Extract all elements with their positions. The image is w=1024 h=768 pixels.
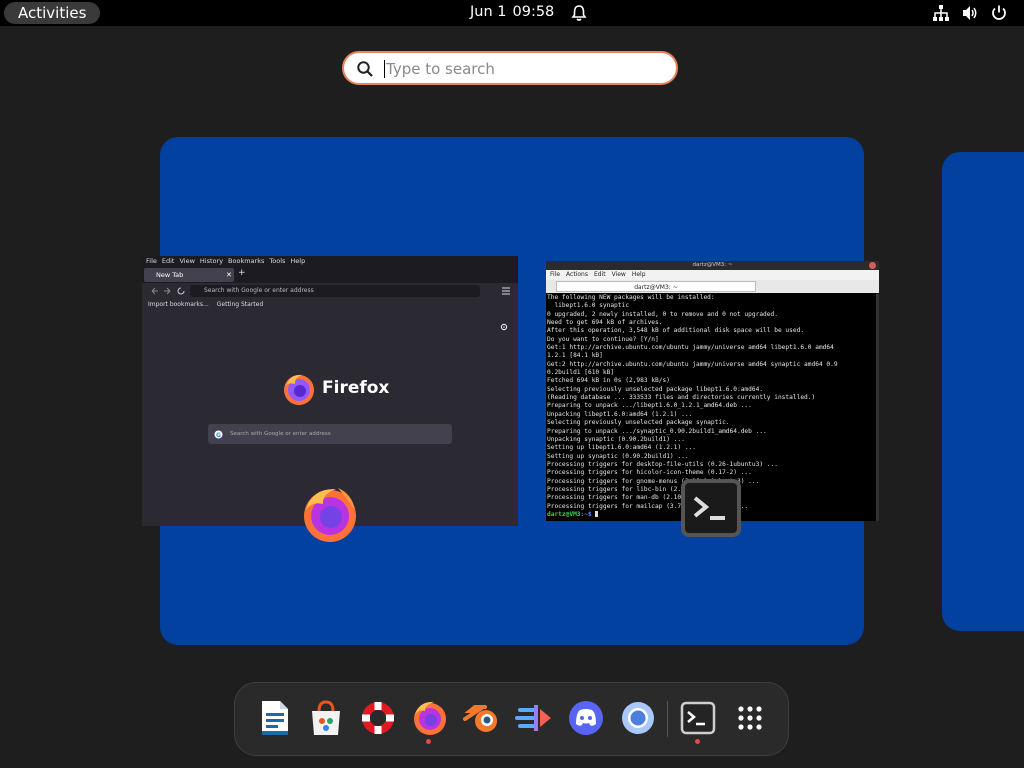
bookmark-getting-started: Getting Started — [216, 301, 264, 308]
clock-time: 09:58 — [512, 4, 555, 20]
firefox-urlbar: Search with Google or enter address — [190, 285, 480, 297]
menu-history: History — [199, 257, 224, 265]
firefox-logo-icon — [284, 374, 314, 405]
help-icon[interactable] — [357, 697, 399, 739]
menu-view: View — [179, 257, 195, 265]
terminal-line: Get:2 http://archive.ubuntu.com/ubuntu j… — [547, 360, 838, 368]
plus-icon: + — [238, 268, 246, 278]
terminal-line: Setting up synaptic (0.90.2build1) ... — [547, 452, 689, 460]
menu-edit: Edit — [161, 257, 175, 265]
search-input[interactable] — [384, 58, 668, 80]
terminal-line: (Reading database ... 333533 files and d… — [547, 394, 816, 402]
terminal-line: Fetched 694 kB in 0s (2,983 kB/s) — [547, 377, 670, 385]
firefox-navbar: Search with Google or enter address — [142, 283, 518, 299]
prompt-path: :~$ — [580, 510, 592, 518]
terminal-line: Selecting previously unselected package … — [547, 385, 764, 393]
dock — [234, 682, 789, 756]
menu-tools: Tools — [269, 257, 286, 265]
terminal-line: libept1.6.0 synaptic — [547, 302, 629, 310]
terminal-line: Processing triggers for hicolor-icon-the… — [547, 469, 752, 477]
close-icon — [869, 262, 876, 269]
nav-arrows-icon — [151, 287, 185, 295]
terminal-line: Unpacking synaptic (0.90.2build1) ... — [547, 435, 685, 443]
terminal-scrollbar[interactable] — [876, 294, 879, 521]
menu-file: File — [146, 257, 157, 265]
terminal-icon — [681, 479, 741, 537]
terminal-line: 1.2.1 [84.1 kB] — [547, 352, 603, 360]
terminal-line: Preparing to unpack .../synaptic_0.90.2b… — [547, 427, 767, 435]
firefox-menubar: File Edit View History Bookmarks Tools Help — [142, 256, 518, 267]
terminal-title: dartz@VM3: ~ — [692, 262, 733, 268]
menu-actions: Actions — [566, 271, 588, 278]
menu-file: File — [550, 271, 561, 278]
terminal-line: Setting up libept1.6.0:amd64 (1.2.1) ... — [547, 444, 697, 452]
terminal-line: 0.2build1 [610 kB] — [547, 369, 615, 377]
prompt-user: dartz@VM3 — [547, 510, 581, 518]
terminal-line: 0 upgraded, 2 newly installed, 0 to remo… — [547, 310, 778, 318]
search-icon — [357, 61, 373, 77]
terminal-icon[interactable] — [677, 697, 719, 739]
power-icon[interactable] — [990, 4, 1008, 22]
blender-icon[interactable] — [461, 697, 503, 739]
terminal-titlebar: dartz@VM3: ~ — [546, 261, 879, 270]
text-caret — [384, 60, 385, 78]
terminal-tabstrip: dartz@VM3: ~ — [546, 280, 879, 293]
terminal-menubar: File Actions Edit View Help — [546, 270, 879, 280]
terminal-line: Get:1 http://archive.ubuntu.com/ubuntu j… — [547, 344, 834, 352]
workspace-next[interactable] — [942, 152, 1024, 631]
dev-tool-icon[interactable] — [513, 697, 555, 739]
clock-date: Jun 1 — [470, 4, 507, 20]
bookmark-import: Import bookmarks... — [148, 301, 209, 308]
software-store-icon[interactable] — [305, 697, 347, 739]
terminal-line: Preparing to unpack .../libept1.6.0_1.2.… — [547, 402, 752, 410]
terminal-cursor — [595, 510, 599, 517]
libreoffice-writer-icon[interactable] — [253, 697, 295, 739]
clock[interactable]: Jun 1 09:58 — [470, 4, 560, 20]
svg-text:G: G — [216, 432, 221, 439]
volume-icon[interactable] — [961, 4, 979, 22]
firefox-icon — [304, 488, 356, 542]
activities-button[interactable]: Activities — [4, 2, 101, 24]
google-icon: G — [214, 430, 223, 439]
discord-icon[interactable] — [565, 697, 607, 739]
firefox-content-search: Search with Google or enter address — [208, 424, 452, 444]
hamburger-icon — [502, 287, 510, 295]
menu-view: View — [611, 271, 626, 278]
terminal-line: Unpacking libept1.6.0:amd64 (1.2.1) ... — [547, 410, 693, 418]
firefox-tab: New Tab ✕ — [144, 268, 234, 282]
firefox-tab-label: New Tab — [156, 271, 184, 279]
chromium-icon[interactable] — [617, 697, 659, 739]
terminal-tab: dartz@VM3: ~ — [556, 281, 756, 292]
firefox-brand-text: Firefox — [322, 378, 390, 398]
terminal-line: Processing triggers for desktop-file-uti… — [547, 460, 778, 468]
firefox-tabstrip: New Tab ✕ + — [142, 267, 518, 283]
menu-help: Help — [631, 271, 646, 278]
terminal-line: Do you want to continue? [Y/n] — [547, 335, 659, 343]
gear-icon — [500, 323, 508, 331]
search-box[interactable] — [342, 51, 678, 85]
terminal-line: The following NEW packages will be insta… — [547, 294, 715, 301]
terminal-running-indicator — [695, 739, 700, 744]
top-bar: Activities Jun 1 09:58 — [0, 0, 1024, 26]
menu-help: Help — [290, 257, 306, 265]
close-icon: ✕ — [226, 271, 232, 279]
firefox-icon[interactable] — [409, 697, 451, 739]
firefox-bookmarks-bar: Import bookmarks... Getting Started — [142, 299, 518, 311]
network-icon[interactable] — [932, 4, 950, 22]
menu-edit: Edit — [593, 271, 606, 278]
menu-bookmarks: Bookmarks — [228, 257, 265, 265]
terminal-line: After this operation, 3,548 kB of additi… — [547, 327, 805, 335]
firefox-running-indicator — [426, 739, 431, 744]
terminal-line: Need to get 694 kB of archives. — [547, 319, 663, 327]
show-apps-icon[interactable] — [729, 697, 771, 739]
dock-separator — [667, 701, 668, 737]
bell-icon[interactable] — [570, 4, 588, 22]
terminal-line: Selecting previously unselected package … — [547, 419, 730, 427]
